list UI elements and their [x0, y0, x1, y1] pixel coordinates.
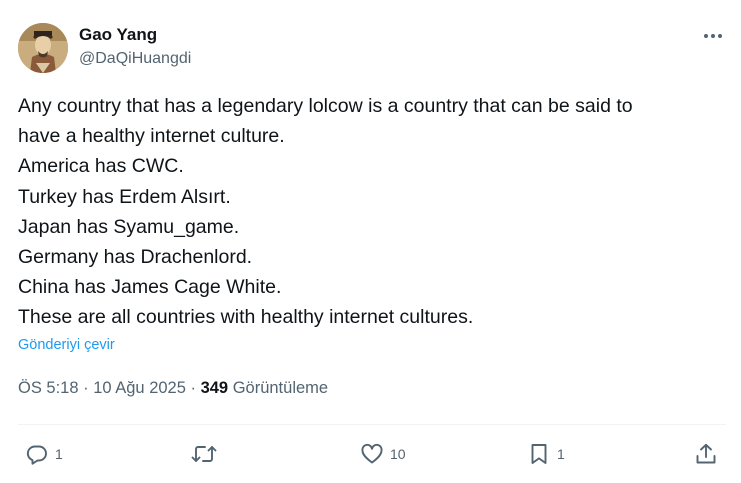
share-button[interactable] — [693, 440, 719, 468]
more-dots-icon — [704, 34, 722, 38]
retweet-button[interactable] — [191, 440, 222, 468]
tweet-text-line: China has James Cage White. — [18, 276, 282, 299]
reply-button[interactable]: 1 — [24, 440, 63, 468]
bookmark-count: 1 — [557, 446, 565, 462]
author-avatar[interactable] — [18, 23, 68, 73]
tweet-text-line: Germany has Drachenlord. — [18, 246, 253, 269]
tweet-metadata: ÖS 5:18 · 10 Ağu 2025 · 349 Görüntüleme — [18, 379, 328, 398]
share-icon — [693, 441, 719, 467]
like-button[interactable]: 10 — [359, 440, 406, 468]
author-display-name[interactable]: Gao Yang — [79, 25, 157, 45]
author-handle[interactable]: @DaQiHuangdi — [79, 50, 191, 68]
views-count[interactable]: 349 — [201, 379, 229, 397]
tweet-text-line: have a healthy internet culture. — [18, 125, 285, 148]
reply-icon — [24, 441, 50, 467]
divider — [18, 424, 726, 425]
tweet-text-line: Any country that has a legendary lolcow … — [18, 95, 633, 117]
retweet-icon — [191, 441, 217, 467]
tweet-text-line: These are all countries with healthy int… — [18, 306, 474, 329]
more-options-button[interactable] — [698, 24, 728, 48]
tweet-card: Gao Yang @DaQiHuangdi Any country that h… — [0, 0, 741, 483]
meta-separator: · — [78, 379, 94, 397]
tweet-date[interactable]: 10 Ağu 2025 — [93, 379, 186, 397]
tweet-text-line: Turkey has Erdem Alsırt. — [18, 185, 231, 208]
like-count: 10 — [390, 446, 406, 462]
tweet-text: Any country that has a legendary lolcow … — [18, 91, 723, 333]
meta-separator: · — [185, 379, 201, 397]
tweet-time[interactable]: ÖS 5:18 — [18, 379, 79, 397]
portrait-avatar-icon — [18, 23, 68, 73]
bookmark-button[interactable]: 1 — [526, 440, 565, 468]
reply-count: 1 — [55, 446, 63, 462]
translate-post-link[interactable]: Gönderiyi çevir — [18, 337, 115, 353]
tweet-text-line: Japan has Syamu_game. — [18, 215, 240, 238]
bookmark-icon — [526, 441, 552, 467]
heart-icon — [359, 441, 385, 467]
tweet-text-line: America has CWC. — [18, 155, 184, 178]
views-label: Görüntüleme — [228, 379, 329, 397]
